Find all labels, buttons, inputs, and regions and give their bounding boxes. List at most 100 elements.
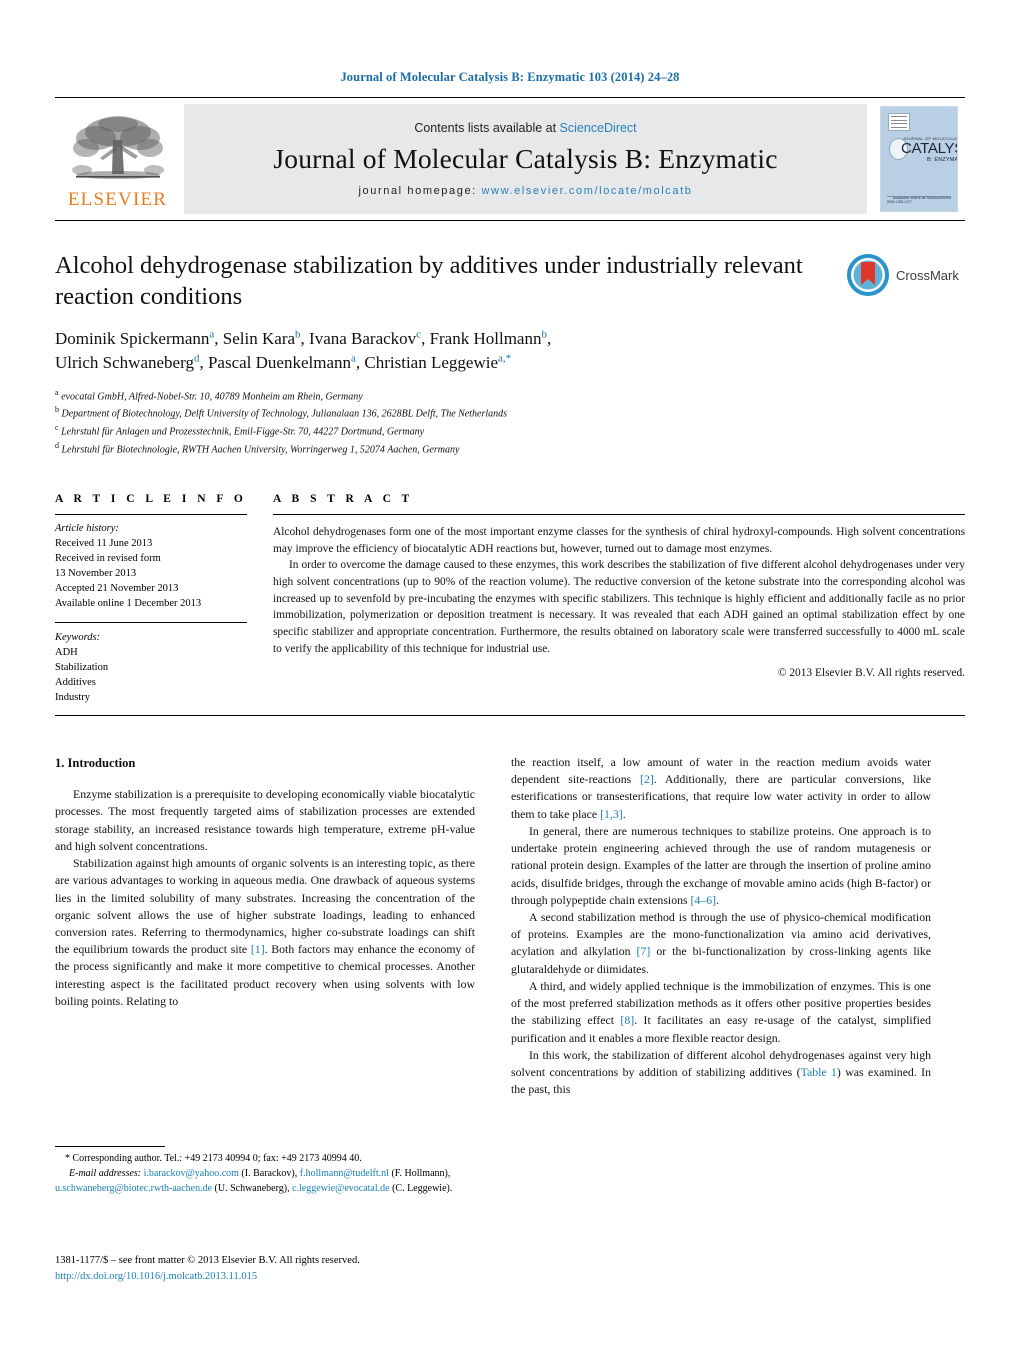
keyword-item: Additives xyxy=(55,677,96,689)
journal-homepage-line: journal homepage: www.elsevier.com/locat… xyxy=(359,185,693,197)
doi-link[interactable]: http://dx.doi.org/10.1016/j.molcatb.2013… xyxy=(55,1269,515,1285)
body-paragraph: A second stabilization method is through… xyxy=(511,909,931,978)
body-column-left: 1. Introduction Enzyme stabilization is … xyxy=(55,754,475,1098)
keyword-item: Industry xyxy=(55,692,90,704)
history-item: 13 November 2013 xyxy=(55,567,137,579)
email-link[interactable]: c.leggewie@evocatal.de xyxy=(292,1183,390,1194)
affiliation-marker: d xyxy=(55,440,59,450)
table-link[interactable]: Table 1 xyxy=(801,1065,837,1079)
affiliation-marker: a xyxy=(55,387,59,397)
cover-image: JOURNAL OF MOLECULAR CATALYSIS B: ENZYMA… xyxy=(880,106,958,212)
body-paragraph: Enzyme stabilization is a prerequisite t… xyxy=(55,786,475,855)
keywords-label: Keywords: xyxy=(55,632,101,644)
paragraph-text: In general, there are numerous technique… xyxy=(511,823,931,907)
homepage-url-link[interactable]: www.elsevier.com/locate/molcatb xyxy=(481,185,692,197)
email-owner: (U. Schwaneberg) xyxy=(214,1182,288,1194)
paragraph-text: the reaction itself, a low amount of wat… xyxy=(511,755,931,821)
body-paragraph: In general, there are numerous technique… xyxy=(511,823,931,909)
article-info-column: A R T I C L E I N F O Article history: R… xyxy=(55,493,247,706)
citation-link[interactable]: [2] xyxy=(640,772,654,786)
author-name[interactable]: Selin Kara xyxy=(223,329,295,348)
affiliation-item: c Lehrstuhl für Anlagen und Prozesstechn… xyxy=(55,422,965,440)
email-addresses-line: E-mail addresses: i.barackov@yahoo.com (… xyxy=(55,1167,453,1194)
abstract-paragraph: In order to overcome the damage caused t… xyxy=(273,559,965,655)
abstract-column: A B S T R A C T Alcohol dehydrogenases f… xyxy=(273,493,965,706)
issn-line: 1381-1177/$ – see front matter © 2013 El… xyxy=(55,1255,360,1266)
email-link[interactable]: f.hollmann@tudelft.nl xyxy=(300,1168,389,1179)
journal-cover-thumbnail: JOURNAL OF MOLECULAR CATALYSIS B: ENZYMA… xyxy=(873,104,965,214)
footnote-rule xyxy=(55,1146,165,1147)
author-name[interactable]: Frank Hollmann xyxy=(430,329,542,348)
citation-link[interactable]: [8] xyxy=(620,1013,634,1027)
article-history-block: Article history: Received 11 June 2013 R… xyxy=(55,515,247,611)
body-paragraph: the reaction itself, a low amount of wat… xyxy=(511,754,931,823)
corresponding-author-footnote: * Corresponding author. Tel.: +49 2173 4… xyxy=(55,1146,475,1196)
history-item: Available online 1 December 2013 xyxy=(55,597,202,609)
affiliation-text: Lehrstuhl für Anlagen und Prozesstechnik… xyxy=(61,426,425,438)
issn-copyright-block: 1381-1177/$ – see front matter © 2013 El… xyxy=(55,1253,515,1285)
email-label: E-mail addresses: xyxy=(69,1167,142,1179)
body-paragraph: A third, and widely applied technique is… xyxy=(511,978,931,1047)
author-name[interactable]: Christian Leggewie xyxy=(364,353,498,372)
keywords-block: Keywords: ADH Stabilization Additives In… xyxy=(55,622,247,706)
elsevier-tree-icon xyxy=(71,115,164,179)
email-owner: (C. Leggewie) xyxy=(392,1182,450,1194)
paragraph-text: Enzyme stabilization is a prerequisite t… xyxy=(55,787,475,853)
author-name[interactable]: Ivana Barackov xyxy=(309,329,416,348)
running-head: Journal of Molecular Catalysis B: Enzyma… xyxy=(340,70,680,84)
abstract-paragraph: Alcohol dehydrogenases form one of the m… xyxy=(273,526,965,555)
affiliation-text: evocatal GmbH, Alfred-Nobel-Str. 10, 407… xyxy=(61,391,363,403)
author-list: Dominik Spickermanna, Selin Karab, Ivana… xyxy=(55,328,552,372)
cover-subtitle: B: ENZYMATIC xyxy=(927,157,958,163)
affiliation-item: b Department of Biotechnology, Delft Uni… xyxy=(55,404,965,422)
citation-link[interactable]: [7] xyxy=(637,944,651,958)
author-affil-marker: b xyxy=(541,328,547,341)
email-owner: (I. Barackov) xyxy=(241,1167,295,1179)
section-heading-introduction: 1. Introduction xyxy=(55,756,136,770)
title-block: CrossMark Alcohol dehydrogenase stabiliz… xyxy=(55,251,965,457)
citation-link[interactable]: [1] xyxy=(251,942,265,956)
cover-footer-left: ISSN 1381-1177 xyxy=(887,199,912,204)
corresponding-author-line: * Corresponding author. Tel.: +49 2173 4… xyxy=(55,1152,475,1167)
article-history-label: Article history: xyxy=(55,523,119,535)
crossmark-badge[interactable]: CrossMark xyxy=(847,251,965,299)
author-affil-marker: a xyxy=(209,328,215,341)
affiliation-text: Lehrstuhl für Biotechnologie, RWTH Aache… xyxy=(61,443,460,455)
email-link[interactable]: i.barackov@yahoo.com xyxy=(144,1168,239,1179)
journal-title: Journal of Molecular Catalysis B: Enzyma… xyxy=(273,143,778,174)
keyword-item: Stabilization xyxy=(55,662,109,674)
author-name[interactable]: Ulrich Schwaneberg xyxy=(55,353,194,372)
paragraph-text: Stabilization against high amounts of or… xyxy=(55,856,475,1008)
author-name[interactable]: Pascal Duenkelmann xyxy=(208,353,351,372)
corresponding-text: Corresponding author. Tel.: +49 2173 409… xyxy=(72,1153,362,1164)
sciencedirect-link[interactable]: ScienceDirect xyxy=(560,121,637,135)
homepage-label: journal homepage: xyxy=(358,185,477,197)
contents-prefix: Contents lists available at xyxy=(414,121,560,135)
author-name[interactable]: Dominik Spickermann xyxy=(55,329,209,348)
abstract-body: Alcohol dehydrogenases form one of the m… xyxy=(273,515,965,682)
citation-link[interactable]: [1,3] xyxy=(600,807,623,821)
affiliation-item: a evocatal GmbH, Alfred-Nobel-Str. 10, 4… xyxy=(55,387,965,405)
paragraph-text: A third, and widely applied technique is… xyxy=(511,978,931,1045)
abstract-copyright: © 2013 Elsevier B.V. All rights reserved… xyxy=(777,667,965,680)
author-affil-marker: a,* xyxy=(498,352,512,365)
citation-link[interactable]: [4–6] xyxy=(691,893,717,907)
crossmark-label: CrossMark xyxy=(896,267,959,283)
journal-masthead: ELSEVIER Contents lists available at Sci… xyxy=(55,97,965,221)
history-item: Received 11 June 2013 xyxy=(55,537,153,549)
page-title: Alcohol dehydrogenase stabilization by a… xyxy=(55,252,803,310)
body-paragraph: In this work, the stabilization of diffe… xyxy=(511,1047,931,1099)
contents-available-line: Contents lists available at ScienceDirec… xyxy=(414,121,636,135)
paragraph-text: In this work, the stabilization of diffe… xyxy=(511,1047,931,1097)
author-affil-marker: b xyxy=(295,328,301,341)
affiliation-list: a evocatal GmbH, Alfred-Nobel-Str. 10, 4… xyxy=(55,387,965,457)
body-paragraph: Stabilization against high amounts of or… xyxy=(55,855,475,1010)
email-link[interactable]: u.schwaneberg@biotec.rwth-aachen.de xyxy=(55,1183,212,1194)
affiliation-marker: c xyxy=(55,423,59,432)
author-affil-marker: d xyxy=(193,352,200,365)
abstract-heading: A B S T R A C T xyxy=(273,493,414,506)
email-owner: (F. Hollmann) xyxy=(391,1167,448,1179)
introduction-section: 1. Introduction Enzyme stabilization is … xyxy=(55,754,965,1098)
article-info-heading: A R T I C L E I N F O xyxy=(55,493,247,506)
journal-banner: Contents lists available at ScienceDirec… xyxy=(184,104,867,214)
